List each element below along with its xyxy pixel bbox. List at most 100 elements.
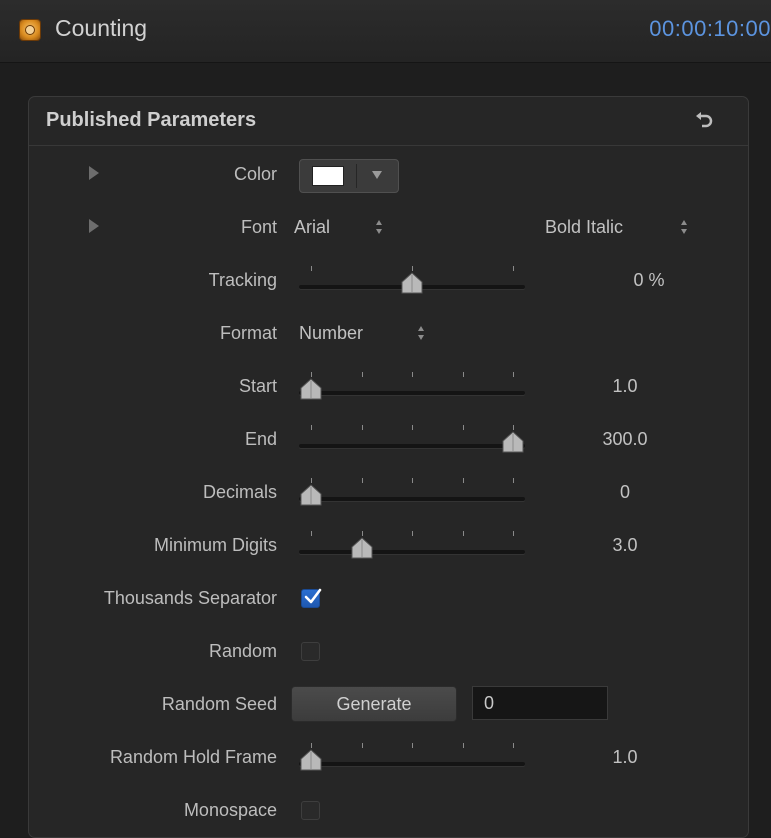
slider-thumb[interactable] [501,431,525,453]
slider-thumb[interactable] [350,537,374,559]
slider-track[interactable] [299,550,525,554]
slider-tick [412,531,413,536]
thousands-separator-checkbox[interactable] [301,588,322,608]
slider-tick [311,425,312,430]
timecode-display[interactable]: 00:00:10:00 [649,16,771,42]
slider-tick [462,743,464,748]
param-row-random-seed: Random Seed Generate [29,684,748,724]
end-value[interactable]: 300.0 [595,419,655,459]
slider-tick [311,531,312,536]
slider-tick [412,425,413,430]
slider-thumb[interactable] [299,378,323,400]
slider-ticks [299,743,525,751]
end-slider[interactable] [299,425,525,455]
random-hold-frame-slider[interactable] [299,743,525,773]
param-row-start: Start 1.0 [29,366,748,406]
slider-tick [311,266,312,271]
slider-tick [462,372,464,377]
project-title: Counting [55,15,148,41]
published-parameters-panel: Published Parameters Color Font Arial Bo… [28,96,749,838]
start-value[interactable]: 1.0 [595,366,655,406]
param-label: Minimum Digits [153,535,277,555]
disclosure-triangle-icon[interactable] [89,166,99,180]
slider-tick [412,478,413,483]
param-row-font: Font Arial Bold Italic [29,207,748,247]
monospace-checkbox[interactable] [301,801,320,820]
minimum-digits-value[interactable]: 3.0 [595,525,655,565]
color-well[interactable] [299,159,399,193]
slider-track[interactable] [299,391,525,395]
param-row-random-hold-frame: Random Hold Frame 1.0 [29,737,748,777]
tracking-slider[interactable] [299,266,525,296]
slider-tick [513,743,514,748]
slider-ticks [299,425,525,433]
slider-tick [462,531,464,536]
param-row-thousands-separator: Thousands Separator [29,578,748,618]
popup-stepper-icon[interactable] [417,325,425,341]
slider-tick [311,478,312,483]
slider-tick [361,743,363,748]
slider-thumb[interactable] [299,484,323,506]
slider-tick [412,372,413,377]
slider-tick [361,478,363,483]
random-hold-frame-value[interactable]: 1.0 [595,737,655,777]
slider-tick [361,531,363,536]
param-label: Decimals [202,482,277,502]
param-label: Tracking [208,270,277,290]
random-seed-field[interactable] [472,686,608,720]
slider-tick [513,372,514,377]
slider-thumb[interactable] [299,749,323,771]
slider-tick [412,266,413,271]
slider-tick [361,425,363,430]
format-popup[interactable]: Number [299,313,363,353]
color-swatch[interactable] [312,166,344,186]
slider-track[interactable] [299,762,525,766]
param-label: Format [219,323,277,343]
slider-thumb[interactable] [400,272,424,294]
slider-tick [462,478,464,483]
param-row-minimum-digits: Minimum Digits 3.0 [29,525,748,565]
slider-ticks [299,478,525,486]
random-checkbox[interactable] [301,642,320,661]
popup-stepper-icon[interactable] [680,219,688,235]
reset-arrow-icon[interactable] [693,107,717,131]
param-label: Random Hold Frame [109,747,277,767]
param-label: End [244,429,277,449]
start-slider[interactable] [299,372,525,402]
panel-header: Published Parameters [29,97,748,146]
param-row-tracking: Tracking 0 % [29,260,748,300]
param-label: Thousands Separator [103,588,277,608]
param-label: Font [240,217,277,237]
param-label: Random Seed [161,694,277,714]
slider-tick [513,425,514,430]
param-label: Random [208,641,277,661]
disclosure-triangle-icon[interactable] [89,219,99,233]
slider-track[interactable] [299,444,525,448]
slider-ticks [299,531,525,539]
param-row-random: Random [29,631,748,671]
slider-tick [311,743,312,748]
slider-tick [412,743,413,748]
param-row-decimals: Decimals 0 [29,472,748,512]
font-family-popup[interactable]: Arial [294,207,330,247]
slider-tick [513,478,514,483]
slider-ticks [299,372,525,380]
decimals-value[interactable]: 0 [595,472,655,512]
decimals-slider[interactable] [299,478,525,508]
slider-tick [513,531,514,536]
minimum-digits-slider[interactable] [299,531,525,561]
param-row-format: Format Number [29,313,748,353]
window-header: Counting 00:00:10:00 [0,0,771,63]
generate-button[interactable]: Generate [291,686,457,722]
slider-tick [361,372,363,377]
slider-tick [311,372,312,377]
param-label: Start [238,376,277,396]
popup-stepper-icon[interactable] [375,219,383,235]
slider-track[interactable] [299,497,525,501]
motion-project-icon [19,19,41,41]
param-row-color: Color [29,154,748,194]
panel-title: Published Parameters [46,109,257,131]
font-style-popup[interactable]: Bold Italic [545,207,623,247]
tracking-value[interactable]: 0 % [619,260,679,300]
chevron-down-icon[interactable] [372,171,382,179]
